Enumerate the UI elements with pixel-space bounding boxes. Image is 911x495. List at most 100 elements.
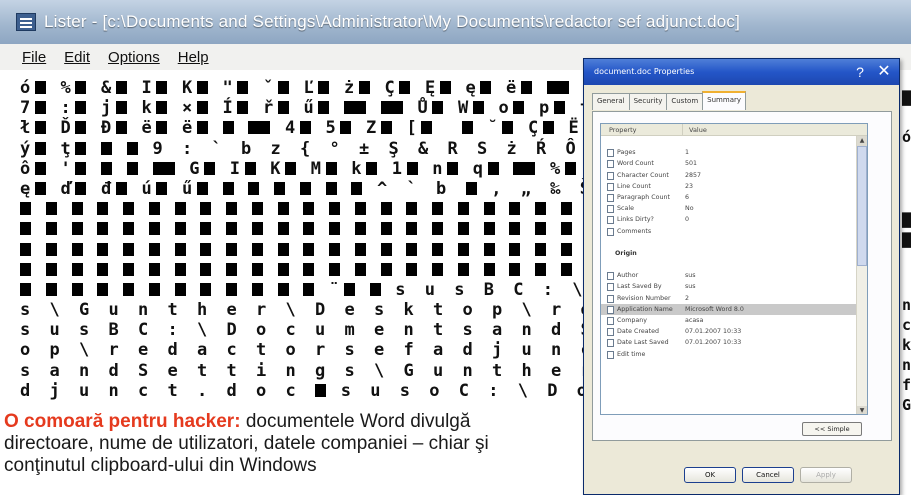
property-row[interactable]: Character Count 2857	[601, 170, 867, 181]
property-row[interactable]: Author sus	[601, 270, 867, 281]
property-value: 2	[685, 294, 690, 302]
property-row[interactable]: Word Count 501	[601, 158, 867, 169]
property-value: 6	[685, 193, 690, 201]
property-row[interactable]: Date Created 07.01.2007 10:33	[601, 326, 867, 337]
caption-line-2: directoare, nume de utilizatori, datele …	[4, 433, 489, 454]
property-value: 23	[685, 182, 694, 190]
properties-dialog: document.doc Properties ? ✕ General Secu…	[583, 58, 900, 495]
right-column-char: c	[902, 316, 911, 334]
tab-custom[interactable]: Custom	[666, 93, 704, 110]
property-page-icon	[607, 317, 614, 325]
property-name: Links Dirty?	[617, 216, 654, 224]
property-row[interactable]: Revision Number 2	[601, 293, 867, 304]
property-name: Character Count	[617, 171, 669, 179]
property-row[interactable]: Pages 1	[601, 147, 867, 158]
property-page-icon	[607, 149, 614, 158]
property-row[interactable]: Edit time	[601, 349, 867, 360]
menu-file[interactable]: File	[22, 49, 46, 66]
property-row[interactable]	[601, 259, 867, 270]
property-row[interactable]: Paragraph Count 6	[601, 192, 867, 203]
tab-security[interactable]: Security	[628, 93, 668, 110]
tab-summary[interactable]: Summary	[702, 91, 746, 110]
property-page-icon	[607, 350, 614, 359]
title-bar[interactable]: Lister - [c:\Documents and Settings\Admi…	[0, 0, 911, 44]
simple-button[interactable]: << Simple	[802, 422, 862, 436]
dialog-title: document.doc Properties	[594, 67, 695, 76]
property-row[interactable]: Date Last Saved 07.01.2007 10:33	[601, 337, 867, 348]
file-content-right-column: ▇ ó ▇ ▇ n c k n f G	[900, 70, 911, 410]
right-column-char: G	[902, 396, 911, 410]
property-page-icon	[607, 294, 614, 303]
property-name: Edit time	[617, 350, 646, 358]
property-name: Comments	[617, 227, 652, 235]
property-page-icon	[607, 305, 614, 314]
property-name: Application Name	[617, 305, 673, 313]
cancel-button[interactable]: Cancel	[742, 467, 794, 483]
property-name: Origin	[615, 249, 637, 257]
property-page-icon	[607, 216, 614, 225]
property-page-icon	[607, 227, 614, 236]
property-row[interactable]: Scale No	[601, 203, 867, 214]
property-name: Scale	[617, 205, 634, 213]
scroll-thumb[interactable]	[857, 146, 867, 266]
property-name: Author	[617, 272, 639, 280]
column-header-property[interactable]: Property	[601, 124, 683, 135]
property-value: 2857	[685, 171, 702, 179]
property-page-icon	[607, 171, 614, 180]
caption-line-1: documentele Word divulgă	[245, 411, 471, 432]
scroll-up-icon[interactable]: ▲	[857, 136, 867, 146]
property-value: No	[685, 205, 694, 213]
menu-options[interactable]: Options	[108, 49, 160, 66]
property-row[interactable]	[601, 237, 867, 248]
column-header-value[interactable]: Value	[683, 124, 707, 135]
scroll-down-icon[interactable]: ▼	[857, 406, 867, 414]
property-page-icon	[607, 193, 614, 202]
dialog-tabs: General Security Custom Summary	[592, 91, 746, 110]
property-value: 07.01.2007 10:33	[685, 328, 742, 336]
property-list[interactable]: Property Value Pages 1 Word Count 501 Charac…	[600, 123, 868, 415]
help-icon[interactable]: ?	[851, 63, 869, 81]
right-column-char: ó	[902, 128, 911, 146]
caption-highlight: O comoară pentru hacker:	[4, 411, 241, 432]
property-page-icon	[607, 160, 614, 169]
property-value: 501	[685, 160, 698, 168]
apply-button[interactable]: Apply	[800, 467, 852, 483]
right-column-char: ▇	[902, 210, 911, 228]
property-row[interactable]: Origin	[601, 248, 867, 259]
property-row[interactable]: Links Dirty? 0	[601, 214, 867, 225]
property-name: Paragraph Count	[617, 193, 670, 201]
property-name: Revision Number	[617, 294, 671, 302]
right-column-char: ▇	[902, 230, 911, 248]
property-page-icon	[607, 283, 614, 292]
tab-general[interactable]: General	[592, 93, 630, 110]
menu-help[interactable]: Help	[178, 49, 209, 66]
property-name: Date Last Saved	[617, 339, 669, 347]
property-name: Line Count	[617, 182, 651, 190]
property-name: Last Saved By	[617, 283, 662, 291]
property-page-icon	[607, 339, 614, 348]
right-column-char: f	[902, 376, 911, 394]
window-title: Lister - [c:\Documents and Settings\Admi…	[44, 12, 740, 31]
property-list-header: Property Value	[601, 124, 867, 136]
menu-edit[interactable]: Edit	[64, 49, 90, 66]
property-value: sus	[685, 283, 696, 291]
ok-button[interactable]: OK	[684, 467, 736, 483]
property-list-scrollbar[interactable]: ▲ ▼	[856, 136, 867, 414]
right-column-char: n	[902, 356, 911, 374]
property-name: Company	[617, 317, 647, 324]
close-icon[interactable]: ✕	[875, 63, 893, 81]
right-column-char: ▇	[902, 88, 911, 106]
property-row[interactable]: Last Saved By sus	[601, 281, 867, 292]
lister-app-icon	[16, 13, 36, 31]
property-value: Microsoft Word 8.0	[685, 305, 744, 313]
right-column-char: n	[902, 296, 911, 314]
property-value: 0	[685, 216, 690, 224]
property-row[interactable]	[601, 136, 867, 147]
property-value: 07.01.2007 10:33	[685, 339, 742, 347]
property-row[interactable]: Line Count 23	[601, 181, 867, 192]
right-column-char: k	[902, 336, 911, 354]
property-row[interactable]: Comments	[601, 226, 867, 237]
property-value: acasa	[685, 317, 704, 324]
property-row[interactable]: Application Name Microsoft Word 8.0	[601, 303, 867, 315]
property-row[interactable]: Company acasa	[601, 315, 867, 326]
